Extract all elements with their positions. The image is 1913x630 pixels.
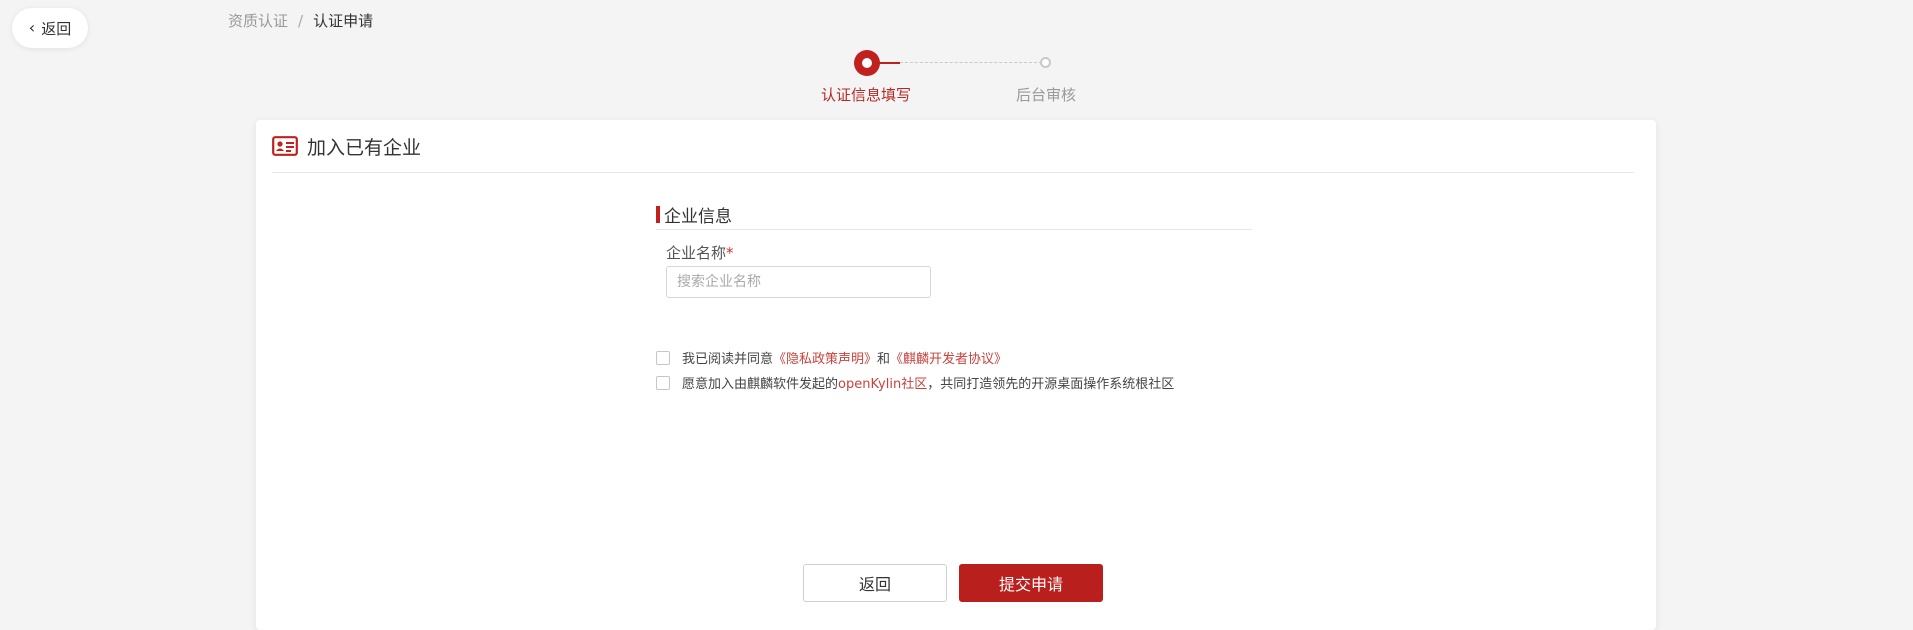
- company-name-label: 企业名称*: [666, 242, 734, 263]
- company-search-input[interactable]: [666, 266, 931, 298]
- form-card: 加入已有企业 企业信息 企业名称* 我已阅读并同意 《隐私政策声明》 和 《麒麟…: [256, 120, 1656, 630]
- step-1-label: 认证信息填写: [820, 86, 911, 104]
- step-2-label: 后台审核: [1015, 86, 1076, 104]
- step-2-indicator: [1040, 57, 1051, 68]
- company-name-label-text: 企业名称: [666, 244, 727, 262]
- agreement-text-1: 我已阅读并同意: [682, 352, 774, 367]
- section-accent-bar: [656, 206, 660, 223]
- back-button[interactable]: ‹ 返回: [12, 8, 88, 48]
- agreement-text-2-after: ，共同打造领先的开源桌面操作系统根社区: [927, 377, 1175, 392]
- openkylin-community-link[interactable]: openKylin社区: [838, 373, 927, 392]
- privacy-agreement-checkbox[interactable]: [656, 350, 670, 365]
- agreement-and-text: 和: [877, 352, 891, 367]
- submit-application-button[interactable]: 提交申请: [959, 564, 1103, 602]
- id-card-icon: [272, 136, 298, 156]
- privacy-policy-link[interactable]: 《隐私政策声明》: [773, 348, 877, 367]
- section-title: 企业信息: [656, 200, 1252, 230]
- breadcrumb: 资质认证 / 认证申请: [228, 10, 373, 31]
- section-title-text: 企业信息: [664, 207, 732, 227]
- breadcrumb-item-current: 认证申请: [313, 12, 374, 30]
- privacy-agreement-row: 我已阅读并同意 《隐私政策声明》 和 《麒麟开发者协议》: [656, 348, 1007, 367]
- community-agreement-row: 愿意加入由麒麟软件发起的 openKylin社区 ，共同打造领先的开源桌面操作系…: [656, 373, 1174, 392]
- required-mark: *: [726, 244, 734, 262]
- agreement-text-2: 愿意加入由麒麟软件发起的: [682, 377, 839, 392]
- step-pending-line: [900, 62, 1042, 63]
- breadcrumb-item-qualification[interactable]: 资质认证: [228, 10, 288, 31]
- developer-agreement-link[interactable]: 《麒麟开发者协议》: [890, 348, 1007, 367]
- return-button[interactable]: 返回: [803, 564, 947, 602]
- card-header: 加入已有企业: [272, 120, 1634, 173]
- chevron-left-icon: ‹: [28, 17, 36, 37]
- back-button-label: 返回: [41, 19, 72, 38]
- breadcrumb-separator: /: [298, 11, 304, 30]
- community-agreement-checkbox[interactable]: [656, 375, 670, 390]
- card-title: 加入已有企业: [307, 136, 422, 159]
- step-1-indicator: [854, 50, 880, 76]
